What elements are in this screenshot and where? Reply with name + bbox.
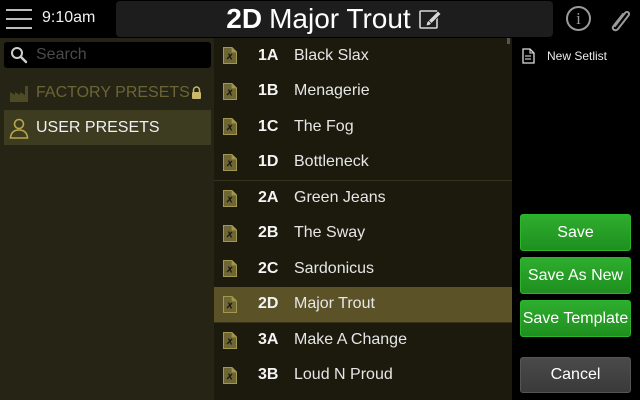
preset-id: 1B — [258, 82, 279, 100]
preset-file-icon — [223, 331, 237, 349]
save-button[interactable]: Save — [520, 214, 631, 251]
search-icon — [11, 47, 28, 64]
preset-row[interactable]: 3A Make A Change — [214, 322, 512, 358]
category-label: USER PRESETS — [36, 118, 160, 136]
preset-title-bar: 2D Major Trout — [116, 1, 553, 37]
category-user-presets[interactable]: USER PRESETS — [4, 110, 211, 145]
save-as-new-button[interactable]: Save As New — [520, 257, 631, 294]
new-setlist-label: New Setlist — [547, 49, 608, 63]
save-template-button[interactable]: Save Template — [520, 300, 631, 337]
search-box — [4, 42, 211, 68]
preset-row[interactable]: 1D Bottleneck — [214, 145, 512, 181]
preset-file-icon — [223, 82, 237, 100]
new-document-icon — [522, 48, 535, 64]
preset-title-name: Major Trout — [269, 3, 411, 34]
preset-file-icon — [223, 295, 237, 313]
preset-category-panel: FACTORY PRESETS USER PRESETS — [0, 38, 214, 400]
preset-row[interactable]: 2C Sardonicus — [214, 251, 512, 287]
preset-file-icon — [223, 189, 237, 207]
preset-file-icon — [223, 366, 237, 384]
preset-row[interactable]: 3B Loud N Proud — [214, 358, 512, 394]
preset-file-icon — [223, 118, 237, 136]
preset-id: 2C — [258, 259, 279, 277]
info-icon[interactable]: i — [566, 6, 591, 31]
category-factory-presets[interactable]: FACTORY PRESETS — [4, 75, 211, 110]
preset-id: 1D — [258, 153, 279, 171]
preset-name: Sardonicus — [294, 259, 375, 277]
lock-icon — [191, 86, 201, 99]
preset-name: Bottleneck — [294, 153, 369, 171]
cancel-button[interactable]: Cancel — [520, 357, 631, 393]
preset-row[interactable]: 2D Major Trout — [214, 286, 512, 322]
preset-file-icon — [223, 47, 237, 65]
preset-row[interactable]: 2B The Sway — [214, 216, 512, 252]
preset-title-id: 2D — [226, 3, 263, 34]
preset-name: The Fog — [294, 117, 354, 135]
preset-file-icon — [223, 260, 237, 278]
search-input[interactable] — [36, 45, 206, 65]
category-label: FACTORY PRESETS — [36, 83, 190, 101]
preset-id: 3A — [258, 331, 279, 349]
preset-id: 3B — [258, 366, 279, 384]
new-setlist-button[interactable]: New Setlist — [522, 48, 607, 64]
preset-id: 2B — [258, 224, 279, 242]
edit-pencil-icon[interactable] — [417, 6, 443, 32]
preset-name: Make A Change — [294, 331, 407, 349]
preset-row[interactable]: 2A Green Jeans — [214, 180, 512, 216]
factory-icon — [10, 85, 28, 102]
preset-row[interactable]: 1C The Fog — [214, 109, 512, 145]
preset-name: Major Trout — [294, 295, 375, 313]
preset-row[interactable]: 1A Black Slax — [214, 38, 512, 74]
preset-id: 2A — [258, 189, 279, 207]
preset-name: Menagerie — [294, 82, 370, 100]
clock: 9:10am — [42, 9, 96, 26]
hamburger-menu-icon[interactable] — [6, 8, 32, 30]
preset-name: Black Slax — [294, 46, 369, 64]
preset-row[interactable]: 1B Menagerie — [214, 74, 512, 110]
paperclip-icon[interactable] — [606, 5, 634, 33]
info-glyph: i — [576, 9, 581, 28]
user-icon — [9, 118, 29, 139]
preset-id: 1C — [258, 117, 279, 135]
preset-file-icon — [223, 153, 237, 171]
preset-name: Green Jeans — [294, 189, 386, 207]
preset-file-icon — [223, 224, 237, 242]
action-panel: New Setlist Save Save As New Save Templa… — [512, 38, 640, 400]
top-bar: 9:10am 2D Major Trout i — [0, 0, 640, 38]
preset-id: 2D — [258, 295, 279, 313]
preset-name: The Sway — [294, 224, 366, 242]
preset-name: Loud N Proud — [294, 366, 393, 384]
preset-list: 1A Black Slax 1B Menagerie 1C The Fog 1D Bottle… — [214, 38, 512, 400]
preset-id: 1A — [258, 46, 279, 64]
